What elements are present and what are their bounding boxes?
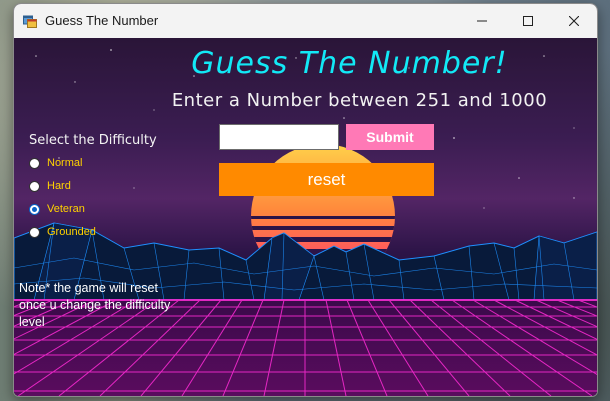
title-bar[interactable]: Guess The Number — [14, 4, 597, 38]
difficulty-label: Select the Difficulty — [29, 133, 157, 148]
guess-input[interactable] — [219, 124, 339, 150]
difficulty-option-label: Normal — [47, 157, 83, 169]
reset-button[interactable]: reset — [219, 163, 434, 196]
submit-button[interactable]: Submit — [346, 124, 434, 150]
difficulty-option-grounded[interactable]: Grounded — [29, 224, 96, 240]
radio-button[interactable] — [29, 157, 40, 169]
reset-note: Note* the game will reset once u change … — [19, 281, 171, 329]
difficulty-option-hard[interactable]: Hard — [29, 178, 71, 194]
game-heading: Guess The Number! — [191, 46, 508, 81]
close-icon — [569, 16, 579, 26]
maximize-button[interactable] — [505, 4, 551, 38]
window-title: Guess The Number — [45, 13, 159, 28]
difficulty-option-label: Grounded — [47, 226, 96, 238]
difficulty-option-label: Veteran — [47, 203, 85, 215]
game-panel: Guess The Number! Enter a Number between… — [14, 38, 597, 396]
radio-button[interactable] — [29, 226, 40, 238]
maximize-icon — [523, 16, 533, 26]
difficulty-option-label: Hard — [47, 180, 71, 192]
difficulty-option-veteran[interactable]: Veteran — [29, 201, 85, 217]
radio-button-selected[interactable] — [29, 203, 40, 215]
app-window-icon — [23, 15, 37, 28]
close-button[interactable] — [551, 4, 597, 38]
range-instruction: Enter a Number between 251 and 1000 — [171, 90, 548, 111]
minimize-button[interactable] — [459, 4, 505, 38]
difficulty-option-normal[interactable]: Normal — [29, 155, 82, 171]
app-window: Guess The Number Guess The Number! Enter… — [13, 3, 598, 397]
radio-button[interactable] — [29, 180, 40, 192]
minimize-icon — [477, 20, 487, 22]
